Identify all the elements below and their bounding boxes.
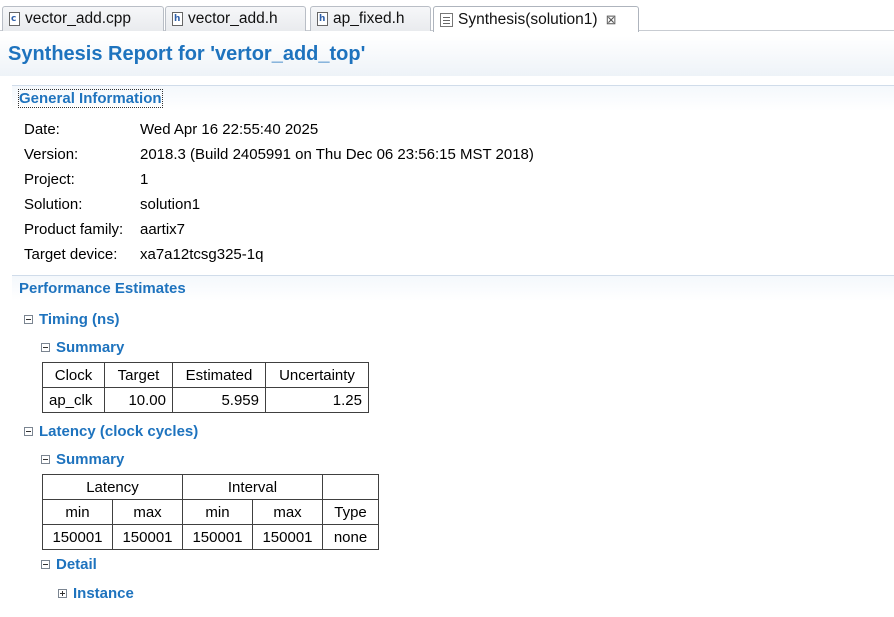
- cell-interval-max: 150001: [252, 524, 323, 550]
- tree-label-instance: Instance: [73, 585, 134, 602]
- report-icon: [440, 12, 453, 27]
- tree-label-detail: Detail: [56, 556, 97, 573]
- cell-clock: ap_clk: [42, 387, 105, 413]
- tab-vector-add-h[interactable]: h vector_add.h: [165, 6, 306, 31]
- collapse-icon[interactable]: [41, 560, 50, 569]
- tree-latency-summary[interactable]: Summary: [41, 451, 124, 468]
- table-header-row: Clock Target Estimated Uncertainty: [42, 362, 369, 388]
- cell-target: 10.00: [104, 387, 173, 413]
- column-header-interval-max: max: [252, 499, 323, 525]
- column-header-clock: Clock: [42, 362, 105, 388]
- column-header-target: Target: [104, 362, 173, 388]
- collapse-icon[interactable]: [24, 315, 33, 324]
- column-header-estimated: Estimated: [172, 362, 266, 388]
- cell-type: none: [322, 524, 379, 550]
- cell-interval-min: 150001: [182, 524, 253, 550]
- group-header-empty: [322, 474, 379, 500]
- cell-uncertainty: 1.25: [265, 387, 369, 413]
- report-title: Synthesis Report for 'vertor_add_top': [8, 43, 366, 65]
- cell-latency-max: 150001: [112, 524, 183, 550]
- info-label: Product family:: [24, 221, 124, 238]
- info-label: Solution:: [24, 196, 83, 213]
- info-value: 1: [140, 171, 149, 188]
- tree-latency[interactable]: Latency (clock cycles): [24, 423, 198, 440]
- column-header-interval-min: min: [182, 499, 253, 525]
- section-performance-estimates[interactable]: Performance Estimates: [12, 275, 894, 301]
- group-header-latency: Latency: [42, 474, 183, 500]
- table-row: 150001 150001 150001 150001 none: [42, 524, 379, 550]
- group-header-interval: Interval: [182, 474, 323, 500]
- tree-label-latency: Latency (clock cycles): [39, 423, 199, 440]
- column-header-latency-max: max: [112, 499, 183, 525]
- table-group-header-row: Latency Interval: [42, 474, 379, 500]
- timing-summary-table: Clock Target Estimated Uncertainty ap_cl…: [42, 362, 369, 413]
- header-file-icon: h: [317, 12, 328, 26]
- tab-vector-add-cpp[interactable]: c vector_add.cpp: [2, 6, 164, 31]
- close-icon[interactable]: ⊠: [606, 12, 617, 28]
- tree-latency-detail[interactable]: Detail: [41, 556, 97, 573]
- collapse-icon[interactable]: [41, 343, 50, 352]
- tree-latency-instance[interactable]: Instance: [58, 585, 134, 602]
- section-header-general[interactable]: General Information: [18, 89, 163, 108]
- collapse-icon[interactable]: [24, 427, 33, 436]
- column-header-type: Type: [322, 499, 379, 525]
- header-file-icon: h: [172, 12, 183, 26]
- tab-ap-fixed-h[interactable]: h ap_fixed.h: [310, 6, 431, 31]
- info-value: 2018.3 (Build 2405991 on Thu Dec 06 23:5…: [140, 146, 534, 163]
- tab-synthesis-report[interactable]: Synthesis(solution1) ⊠: [433, 6, 639, 32]
- cpp-file-icon: c: [9, 12, 20, 26]
- collapse-icon[interactable]: [41, 455, 50, 464]
- tab-label: vector_add.h: [188, 10, 278, 27]
- table-row: ap_clk 10.00 5.959 1.25: [42, 387, 369, 413]
- tree-label-summary: Summary: [56, 451, 125, 468]
- tab-label: vector_add.cpp: [25, 10, 131, 27]
- tab-label: Synthesis(solution1): [458, 10, 598, 28]
- column-header-latency-min: min: [42, 499, 113, 525]
- cell-latency-min: 150001: [42, 524, 113, 550]
- info-label: Version:: [24, 146, 79, 163]
- info-value: xa7a12tcsg325-1q: [140, 246, 264, 263]
- editor-tab-bar: c vector_add.cpp h vector_add.h h ap_fix…: [0, 0, 894, 32]
- section-header-performance[interactable]: Performance Estimates: [19, 280, 186, 297]
- info-value: Wed Apr 16 22:55:40 2025: [140, 121, 319, 138]
- info-label: Target device:: [24, 246, 118, 263]
- info-label: Date:: [24, 121, 60, 138]
- column-header-uncertainty: Uncertainty: [265, 362, 369, 388]
- info-value: solution1: [140, 196, 201, 213]
- tree-label-summary: Summary: [56, 339, 125, 356]
- tree-timing-summary[interactable]: Summary: [41, 339, 124, 356]
- info-value: aartix7: [140, 221, 186, 238]
- section-general-information[interactable]: General Information: [12, 85, 894, 111]
- tab-label: ap_fixed.h: [333, 10, 405, 27]
- table-header-row: min max min max Type: [42, 499, 379, 525]
- latency-summary-table: Latency Interval min max min max Type 15…: [42, 474, 379, 550]
- tree-timing[interactable]: Timing (ns): [24, 311, 120, 328]
- info-label: Project:: [24, 171, 75, 188]
- expand-icon[interactable]: [58, 589, 67, 598]
- cell-estimated: 5.959: [172, 387, 266, 413]
- tree-label-timing: Timing (ns): [39, 311, 120, 328]
